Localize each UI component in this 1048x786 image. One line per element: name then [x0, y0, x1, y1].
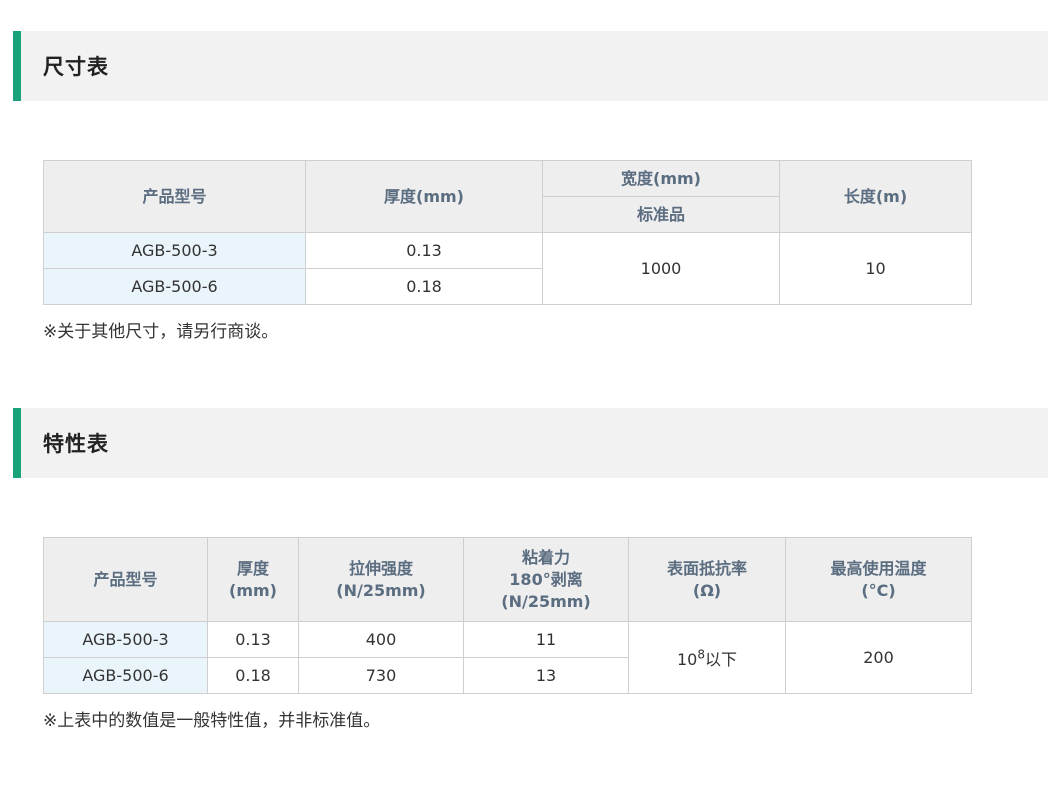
- property-header-adhesion: 粘着力 180°剥离 (N/25mm): [463, 537, 629, 622]
- property-table: 产品型号 厚度 (mm) 拉伸强度 (N/25mm) 粘着力 180°剥离 (N…: [43, 537, 972, 694]
- property-header-tensile-label: 拉伸强度: [348, 558, 413, 578]
- property-header-adhesion-method: 180°剥离: [509, 569, 583, 589]
- size-cell-width: 1000: [542, 232, 780, 305]
- property-section-header: 特性表: [13, 408, 1048, 478]
- size-cell-length: 10: [779, 232, 972, 305]
- property-header-thickness-label: 厚度: [236, 558, 269, 578]
- property-header-adhesion-label: 粘着力: [521, 547, 570, 567]
- property-cell-adhesion: 13: [463, 657, 629, 694]
- property-cell-tensile: 400: [298, 621, 464, 658]
- resistivity-exponent: 8: [697, 647, 705, 662]
- property-header-resistivity-label: 表面抵抗率: [666, 558, 747, 578]
- property-cell-model: AGB-500-6: [43, 657, 208, 694]
- size-header-thickness: 厚度(mm): [305, 160, 543, 233]
- property-header-tensile-unit: (N/25mm): [336, 580, 426, 600]
- property-header-temp: 最高使用温度 (°C): [785, 537, 972, 622]
- size-cell-model: AGB-500-6: [43, 268, 306, 305]
- size-section-title: 尺寸表: [43, 55, 109, 79]
- property-header-resistivity: 表面抵抗率 (Ω): [628, 537, 786, 622]
- resistivity-base: 10: [676, 649, 698, 669]
- size-header-length: 长度(m): [779, 160, 972, 233]
- property-header-resistivity-unit: (Ω): [692, 580, 722, 600]
- size-cell-thickness: 0.13: [305, 232, 543, 269]
- table-row: AGB-500-3 0.13 400 11 108以下 200: [43, 621, 972, 694]
- size-table: 产品型号 厚度(mm) 宽度(mm) 长度(m) 标准品 AGB-500-3 0…: [43, 160, 972, 305]
- property-header-temp-label: 最高使用温度: [830, 558, 927, 578]
- resistivity-suffix: 以下: [704, 649, 737, 669]
- property-cell-adhesion: 11: [463, 621, 629, 658]
- size-header-width: 宽度(mm): [542, 160, 780, 197]
- size-header-model: 产品型号: [43, 160, 306, 233]
- table-row: AGB-500-3 0.13 1000 10: [43, 232, 972, 305]
- property-header-adhesion-unit: (N/25mm): [501, 591, 591, 611]
- property-cell-model: AGB-500-3: [43, 621, 208, 658]
- property-table-header-row: 产品型号 厚度 (mm) 拉伸强度 (N/25mm) 粘着力 180°剥离 (N…: [43, 537, 972, 622]
- property-section-title: 特性表: [43, 432, 109, 456]
- property-cell-tensile: 730: [298, 657, 464, 694]
- property-header-thickness-unit: (mm): [229, 580, 277, 600]
- size-header-width-standard: 标准品: [542, 196, 780, 233]
- size-table-header-row: 产品型号 厚度(mm) 宽度(mm) 长度(m): [43, 160, 972, 233]
- property-header-tensile: 拉伸强度 (N/25mm): [298, 537, 464, 622]
- property-header-thickness: 厚度 (mm): [207, 537, 299, 622]
- property-cell-thickness: 0.13: [207, 621, 299, 658]
- property-cell-max-temp: 200: [785, 621, 972, 694]
- property-header-model: 产品型号: [43, 537, 208, 622]
- size-note: ※关于其他尺寸，请另行商谈。: [43, 322, 279, 342]
- size-cell-thickness: 0.18: [305, 268, 543, 305]
- size-cell-model: AGB-500-3: [43, 232, 306, 269]
- property-cell-resistivity: 108以下: [628, 621, 786, 694]
- property-cell-thickness: 0.18: [207, 657, 299, 694]
- size-section-header: 尺寸表: [13, 31, 1048, 101]
- property-note: ※上表中的数值是一般特性值，并非标准值。: [43, 711, 381, 731]
- property-header-temp-unit: (°C): [861, 580, 896, 600]
